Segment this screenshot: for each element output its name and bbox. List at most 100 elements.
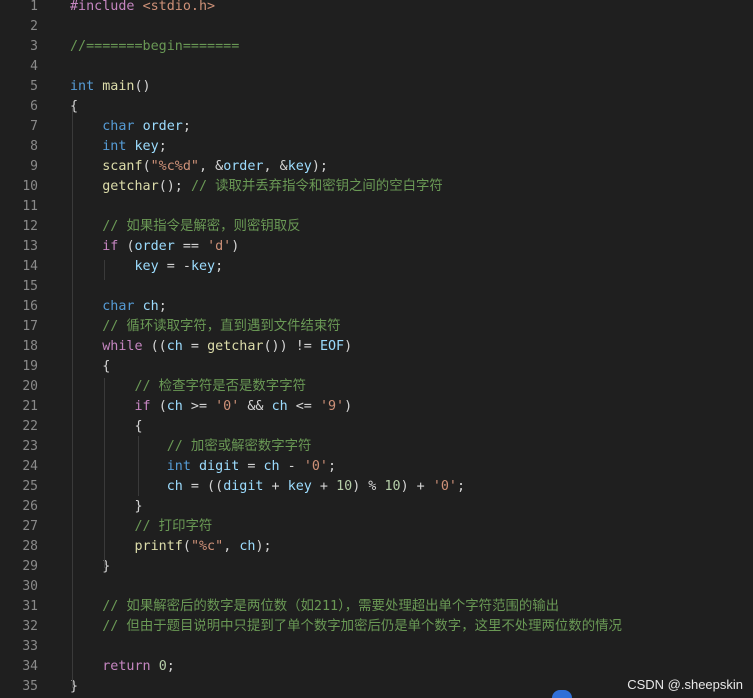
code-line[interactable]: 28 printf("%c", ch);: [0, 537, 753, 557]
code-text: char order;: [70, 117, 191, 137]
code-line[interactable]: 30: [0, 577, 753, 597]
code-token: // 循环读取字符，直到遇到文件结束符: [102, 319, 341, 334]
code-text: // 检查字符是否是数字字符: [70, 377, 306, 397]
code-token: digit: [223, 479, 264, 494]
code-token: ch: [166, 399, 183, 414]
code-line[interactable]: 22 {: [0, 417, 753, 437]
code-line[interactable]: 25 ch = ((digit + key + 10) % 10) + '0';: [0, 477, 753, 497]
code-token: , &: [199, 159, 224, 174]
code-line[interactable]: 15: [0, 277, 753, 297]
code-text: //=======begin=======: [70, 37, 239, 57]
code-token: printf: [134, 539, 183, 554]
code-text: int main(): [70, 77, 151, 97]
code-line[interactable]: 3 //=======begin=======: [0, 37, 753, 57]
code-token: // 但由于题目说明中只提到了单个数字加密后仍是单个数字，这里不处理两位数的情况: [102, 619, 622, 634]
code-text: // 如果解密后的数字是两位数（如211），需要处理超出单个字符范围的输出: [70, 597, 559, 617]
code-token: if: [102, 239, 127, 254]
code-token: = -: [158, 259, 191, 274]
code-line[interactable]: 20 // 检查字符是否是数字字符: [0, 377, 753, 397]
line-number: 31: [22, 599, 38, 614]
code-line[interactable]: 33: [0, 637, 753, 657]
line-number: 8: [30, 139, 38, 154]
code-line[interactable]: 7 char order;: [0, 117, 753, 137]
code-line[interactable]: 17 // 循环读取字符，直到遇到文件结束符: [0, 317, 753, 337]
code-line[interactable]: 31 // 如果解密后的数字是两位数（如211），需要处理超出单个字符范围的输出: [0, 597, 753, 617]
code-token: getchar: [207, 339, 264, 354]
line-number: 24: [22, 459, 38, 474]
code-line[interactable]: 12 // 如果指令是解密，则密钥取反: [0, 217, 753, 237]
code-text: char ch;: [70, 297, 167, 317]
code-token: 10: [384, 479, 401, 494]
code-token: getchar: [102, 179, 159, 194]
code-line[interactable]: 21 if (ch >= '0' && ch <= '9'): [0, 397, 753, 417]
code-token: main: [102, 79, 135, 94]
code-line[interactable]: 13 if (order == 'd'): [0, 237, 753, 257]
code-line[interactable]: 29 }: [0, 557, 753, 577]
indent-guide: [138, 436, 139, 496]
code-line[interactable]: 24 int digit = ch - '0';: [0, 457, 753, 477]
line-number: 13: [22, 239, 38, 254]
line-number: 26: [22, 499, 38, 514]
code-token: key: [287, 479, 312, 494]
code-line[interactable]: 6{: [0, 97, 753, 117]
code-token: '0': [432, 479, 457, 494]
code-line[interactable]: 27 // 打印字符: [0, 517, 753, 537]
code-line[interactable]: 19 {: [0, 357, 753, 377]
line-number: 3: [30, 39, 38, 54]
line-number: 1: [30, 0, 38, 14]
code-token: #include: [70, 0, 143, 14]
line-number: 4: [30, 59, 38, 74]
code-line[interactable]: 4: [0, 57, 753, 77]
code-line[interactable]: 9 scanf("%c%d", &order, &key);: [0, 157, 753, 177]
code-line[interactable]: 18 while ((ch = getchar()) != EOF): [0, 337, 753, 357]
code-text: {: [70, 417, 142, 437]
line-number: 15: [22, 279, 38, 294]
scroll-indicator: [552, 690, 572, 698]
code-line[interactable]: 23 // 加密或解密数字字符: [0, 437, 753, 457]
code-token: ;: [215, 259, 224, 274]
code-editor[interactable]: 1 #include <stdio.h> 2 3 //=======begin=====…: [0, 0, 753, 698]
code-token: // 读取并丢弃指令和密钥之间的空白字符: [190, 179, 443, 194]
code-text: getchar(); // 读取并丢弃指令和密钥之间的空白字符: [70, 177, 443, 197]
line-number: 27: [22, 519, 38, 534]
line-number: 18: [22, 339, 38, 354]
code-line[interactable]: 34 return 0;: [0, 657, 753, 677]
code-line[interactable]: 5 int main(): [0, 77, 753, 97]
code-line[interactable]: 2: [0, 17, 753, 37]
code-token: ch: [142, 299, 159, 314]
code-line[interactable]: 16 char ch;: [0, 297, 753, 317]
line-number: 29: [22, 559, 38, 574]
code-line[interactable]: 11: [0, 197, 753, 217]
code-token: ch: [239, 539, 256, 554]
code-token: scanf: [102, 159, 143, 174]
code-token: (: [126, 239, 135, 254]
code-text: int key;: [70, 137, 167, 157]
code-line[interactable]: 10 getchar(); // 读取并丢弃指令和密钥之间的空白字符: [0, 177, 753, 197]
code-line[interactable]: 32 // 但由于题目说明中只提到了单个数字加密后仍是单个数字，这里不处理两位数…: [0, 617, 753, 637]
code-token: order: [223, 159, 264, 174]
code-token: =: [239, 459, 264, 474]
code-token: '0': [215, 399, 240, 414]
code-line[interactable]: 8 int key;: [0, 137, 753, 157]
line-number: 20: [22, 379, 38, 394]
code-token: "%c%d": [150, 159, 199, 174]
code-line[interactable]: 26 }: [0, 497, 753, 517]
code-token: if: [134, 399, 159, 414]
code-token: ()) !=: [263, 339, 320, 354]
indent-guide: [104, 378, 105, 568]
line-number: 35: [22, 679, 38, 694]
code-token: );: [311, 159, 328, 174]
code-text: #include <stdio.h>: [70, 0, 215, 17]
code-line[interactable]: 1 #include <stdio.h>: [0, 0, 753, 17]
code-token: ;: [158, 299, 167, 314]
code-token: = ((: [182, 479, 224, 494]
code-text: scanf("%c%d", &order, &key);: [70, 157, 328, 177]
code-line[interactable]: 14 key = -key;: [0, 257, 753, 277]
code-token: key: [134, 139, 159, 154]
